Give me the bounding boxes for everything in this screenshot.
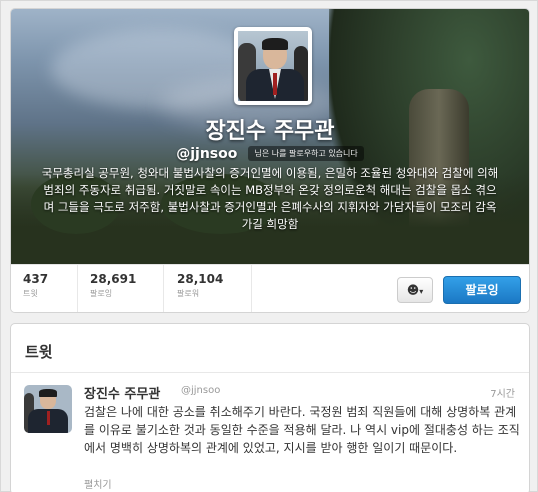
stat-followers-label: 팔로워	[177, 289, 200, 298]
tweet-timestamp[interactable]: 7시간	[490, 385, 515, 400]
profile-handle: @jjnsoo	[176, 145, 238, 162]
tweet-author-name[interactable]: 장진수 주무관	[84, 383, 160, 402]
page-frame: 장진수 주무관 @jjnsoo 님은 나를 팔로우하고 있습니다 국무총리실 공…	[0, 0, 538, 492]
profile-bio: 국무총리실 공무원, 청와대 불법사찰의 증거인멸에 이용됨, 은밀하 조율된 …	[41, 166, 499, 231]
profile-avatar[interactable]	[234, 27, 312, 105]
stat-tweets[interactable]: 437 트윗	[23, 272, 48, 299]
stat-followers[interactable]: 28,104 팔로워	[177, 272, 223, 299]
tweets-card: 트윗 장진수 주무관 @jjnsoo 7시간 검찰은 나에 대한 공소를 취소해…	[10, 323, 530, 492]
stat-tweets-value: 437	[23, 272, 49, 286]
profile-name: 장진수 주무관	[205, 119, 335, 144]
stat-divider	[251, 265, 252, 312]
tweet-text: 검찰은 나에 대한 공소를 취소해주기 바란다. 국정원 범죄 직원들에 대해 …	[84, 405, 520, 455]
stat-following-label: 팔로잉	[90, 289, 113, 298]
profile-header-card: 장진수 주무관 @jjnsoo 님은 나를 팔로우하고 있습니다 국무총리실 공…	[10, 8, 530, 313]
tweet-avatar[interactable]	[24, 385, 72, 433]
profile-banner: 장진수 주무관 @jjnsoo 님은 나를 팔로우하고 있습니다 국무총리실 공…	[11, 9, 529, 264]
tweet-expand-link[interactable]: 펼치기	[84, 476, 112, 491]
follow-button[interactable]: 팔로잉	[443, 276, 521, 304]
stat-divider	[163, 265, 164, 312]
caret-down-icon: ▾	[419, 287, 424, 296]
tweets-section-title: 트윗	[25, 343, 53, 361]
stat-tweets-label: 트윗	[23, 289, 38, 298]
profile-stats-bar: 437 트윗 28,691 팔로잉 28,104 팔로워 ☻▾ 팔로잉	[11, 264, 529, 312]
stat-followers-value: 28,104	[177, 272, 224, 286]
tweet-author-handle[interactable]: @jjnsoo	[181, 385, 220, 396]
stat-following[interactable]: 28,691 팔로잉	[90, 272, 136, 299]
stat-following-value: 28,691	[90, 272, 137, 286]
user-actions-dropdown-button[interactable]: ☻▾	[397, 277, 433, 303]
stat-divider	[77, 265, 78, 312]
person-icon: ☻	[406, 283, 420, 297]
follows-you-badge: 님은 나를 팔로우하고 있습니다	[248, 146, 364, 161]
tweet-item[interactable]: 장진수 주무관 @jjnsoo 7시간 검찰은 나에 대한 공소를 취소해주기 …	[11, 373, 529, 492]
profile-handle-row: @jjnsoo 님은 나를 팔로우하고 있습니다	[11, 143, 529, 162]
